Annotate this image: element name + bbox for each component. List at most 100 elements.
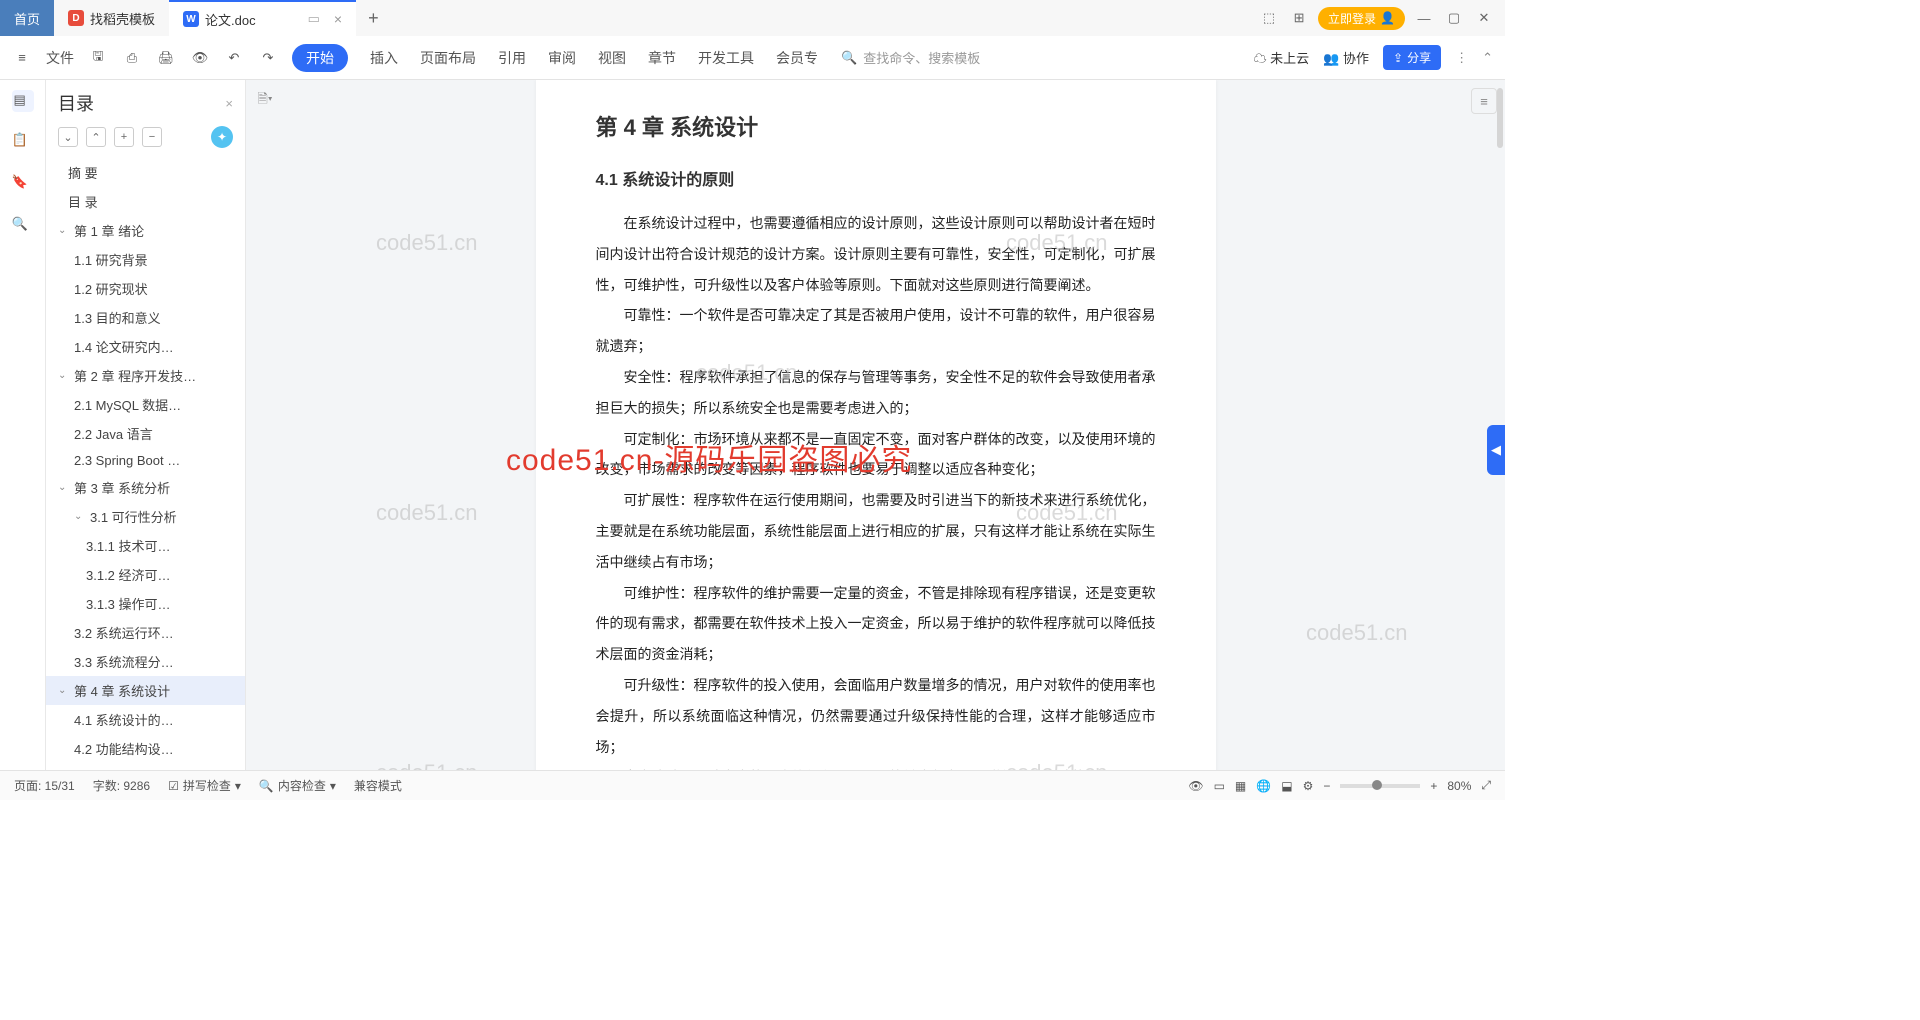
ai-assist-icon[interactable]: ✦ bbox=[211, 126, 233, 148]
undo-icon[interactable]: ↶ bbox=[224, 48, 244, 68]
print-icon[interactable]: 🖨 bbox=[156, 48, 176, 68]
tab-pagelayout[interactable]: 页面布局 bbox=[420, 48, 476, 68]
zoom-out-icon[interactable]: − bbox=[1323, 779, 1330, 793]
outline-icon[interactable]: ▤ bbox=[12, 90, 34, 112]
view-page-icon[interactable]: ▭ bbox=[1214, 779, 1225, 793]
scrollbar[interactable] bbox=[1497, 88, 1503, 148]
more-icon[interactable]: ⋮ bbox=[1455, 50, 1468, 66]
outline-item[interactable]: 3.1.3 操作可… bbox=[46, 589, 245, 618]
spellcheck-toggle[interactable]: ☑ 拼写检查 ▾ bbox=[168, 777, 241, 794]
search-icon: 🔍 bbox=[841, 50, 857, 66]
tab-reference[interactable]: 引用 bbox=[498, 48, 526, 68]
find-icon[interactable]: 🔍 bbox=[12, 216, 34, 238]
view-outline-icon[interactable]: 🌐 bbox=[1256, 779, 1271, 793]
close-window-icon[interactable]: ✕ bbox=[1473, 7, 1495, 29]
collab-button[interactable]: 👥 协作 bbox=[1323, 48, 1369, 67]
outline-item[interactable]: 3.1.1 技术可… bbox=[46, 531, 245, 560]
outline-item[interactable]: ⌄3.1 可行性分析 bbox=[46, 502, 245, 531]
collapse-ribbon-icon[interactable]: ⌃ bbox=[1482, 50, 1493, 66]
collapse-all-icon[interactable]: ⌄ bbox=[58, 127, 78, 147]
file-menu[interactable]: 文件 bbox=[46, 48, 74, 68]
cloud-status[interactable]: ☁ 未上云 bbox=[1254, 48, 1310, 67]
paragraph: 可维护性：程序软件的维护需要一定量的资金，不管是排除现有程序错误，还是变更软件的… bbox=[596, 578, 1156, 670]
content-check[interactable]: 🔍 内容检查 ▾ bbox=[259, 777, 336, 794]
tab-review[interactable]: 审阅 bbox=[548, 48, 576, 68]
minimize-icon[interactable]: — bbox=[1413, 7, 1435, 29]
add-heading-icon[interactable]: + bbox=[114, 127, 134, 147]
outline-item[interactable]: 1.2 研究现状 bbox=[46, 274, 245, 303]
page-tools-icon[interactable]: 🗎▾ bbox=[252, 88, 278, 114]
page-indicator[interactable]: 页面: 15/31 bbox=[14, 777, 75, 794]
outline-item[interactable]: 1.1 研究背景 bbox=[46, 245, 245, 274]
word-count[interactable]: 字数: 9286 bbox=[93, 777, 150, 794]
watermark: code51.cn bbox=[1306, 620, 1408, 646]
paragraph: 在系统设计过程中，也需要遵循相应的设计原则，这些设计原则可以帮助设计者在短时间内… bbox=[596, 208, 1156, 300]
share-button[interactable]: ⇪ 分享 bbox=[1383, 45, 1441, 70]
tab-chapter[interactable]: 章节 bbox=[648, 48, 676, 68]
outline-item[interactable]: 4.1 系统设计的… bbox=[46, 705, 245, 734]
tab-member[interactable]: 会员专 bbox=[776, 48, 818, 68]
expand-all-icon[interactable]: ⌃ bbox=[86, 127, 106, 147]
side-panel-toggle[interactable]: ◀ bbox=[1487, 425, 1505, 475]
format-pane-icon[interactable]: ≡ bbox=[1471, 88, 1497, 114]
outline-item[interactable]: 2.2 Java 语言 bbox=[46, 419, 245, 448]
tab-document[interactable]: W 论文.doc ▭ × bbox=[169, 0, 356, 36]
view-read-icon[interactable]: 👁 bbox=[1188, 779, 1203, 793]
tab-insert[interactable]: 插入 bbox=[370, 48, 398, 68]
heading-1: 第 4 章 系统设计 bbox=[596, 110, 1156, 142]
present-icon[interactable]: ▭ bbox=[308, 11, 320, 27]
menu-icon[interactable]: ≡ bbox=[12, 48, 32, 68]
outline-item[interactable]: 4.2 功能结构设… bbox=[46, 734, 245, 763]
remove-heading-icon[interactable]: − bbox=[142, 127, 162, 147]
layout-icon[interactable]: ⬚ bbox=[1258, 7, 1280, 29]
clipboard-icon[interactable]: 📋 bbox=[12, 132, 34, 154]
outline-item[interactable]: ⌄第 4 章 系统设计 bbox=[46, 676, 245, 705]
left-iconbar: ▤ 📋 🔖 🔍 bbox=[0, 80, 46, 770]
redo-icon[interactable]: ↷ bbox=[258, 48, 278, 68]
close-tab-icon[interactable]: × bbox=[334, 11, 342, 27]
zoom-settings-icon[interactable]: ⚙ bbox=[1303, 779, 1314, 793]
outline-item[interactable]: 3.3 系统流程分… bbox=[46, 647, 245, 676]
view-web-icon[interactable]: ▦ bbox=[1235, 779, 1246, 793]
zoom-level[interactable]: 80% bbox=[1447, 779, 1471, 793]
preview-icon[interactable]: 👁 bbox=[190, 48, 210, 68]
tab-devtools[interactable]: 开发工具 bbox=[698, 48, 754, 68]
outline-item[interactable]: 2.1 MySQL 数据… bbox=[46, 390, 245, 419]
outline-item[interactable]: 2.3 Spring Boot … bbox=[46, 448, 245, 473]
zoom-slider[interactable] bbox=[1340, 784, 1420, 788]
watermark: code51.cn bbox=[376, 760, 478, 770]
tab-home[interactable]: 首页 bbox=[0, 0, 54, 36]
outline-item[interactable]: 摘 要 bbox=[46, 158, 245, 187]
sidebar-title: 目录 bbox=[58, 90, 94, 116]
outline-item[interactable]: ⌄4.3 数据库设计 bbox=[46, 763, 245, 770]
outline-item[interactable]: ⌄第 3 章 系统分析 bbox=[46, 473, 245, 502]
paragraph: 可升级性：程序软件的投入使用，会面临用户数量增多的情况，用户对软件的使用率也会提… bbox=[596, 670, 1156, 762]
maximize-icon[interactable]: ▢ bbox=[1443, 7, 1465, 29]
export-icon[interactable]: ⎙ bbox=[122, 48, 142, 68]
ribbon-tabs: 开始 插入 页面布局 引用 审阅 视图 章节 开发工具 会员专 bbox=[292, 44, 818, 72]
tab-templates[interactable]: D 找稻壳模板 bbox=[54, 0, 169, 36]
fullscreen-icon[interactable]: ⤢ bbox=[1481, 778, 1491, 793]
document-viewport[interactable]: 🗎▾ ≡ 第 4 章 系统设计 4.1 系统设计的原则 在系统设计过程中，也需要… bbox=[246, 80, 1505, 770]
view-fullwidth-icon[interactable]: ⬓ bbox=[1281, 779, 1292, 793]
outline-item[interactable]: 3.2 系统运行环… bbox=[46, 618, 245, 647]
tab-start[interactable]: 开始 bbox=[292, 44, 348, 72]
command-search[interactable]: 🔍 查找命令、搜索模板 bbox=[832, 45, 989, 70]
tab-view[interactable]: 视图 bbox=[598, 48, 626, 68]
paragraph: 可定制化：市场环境从来都不是一直固定不变，面对客户群体的改变，以及使用环境的改变… bbox=[596, 424, 1156, 486]
outline-item[interactable]: 3.1.2 经济可… bbox=[46, 560, 245, 589]
outline-item[interactable]: ⌄第 2 章 程序开发技… bbox=[46, 361, 245, 390]
outline-item[interactable]: 1.4 论文研究内… bbox=[46, 332, 245, 361]
outline-item[interactable]: 1.3 目的和意义 bbox=[46, 303, 245, 332]
save-icon[interactable]: 🖫 bbox=[88, 48, 108, 68]
login-button[interactable]: 立即登录👤 bbox=[1318, 7, 1405, 30]
sidebar-close-icon[interactable]: × bbox=[225, 96, 233, 111]
outline-item[interactable]: ⌄第 1 章 绪论 bbox=[46, 216, 245, 245]
zoom-in-icon[interactable]: + bbox=[1430, 779, 1437, 793]
compat-mode[interactable]: 兼容模式 bbox=[354, 777, 402, 794]
bookmark-icon[interactable]: 🔖 bbox=[12, 174, 34, 196]
new-tab-button[interactable]: + bbox=[356, 8, 391, 29]
apps-icon[interactable]: ⊞ bbox=[1288, 7, 1310, 29]
watermark: code51.cn bbox=[376, 500, 478, 526]
outline-item[interactable]: 目 录 bbox=[46, 187, 245, 216]
